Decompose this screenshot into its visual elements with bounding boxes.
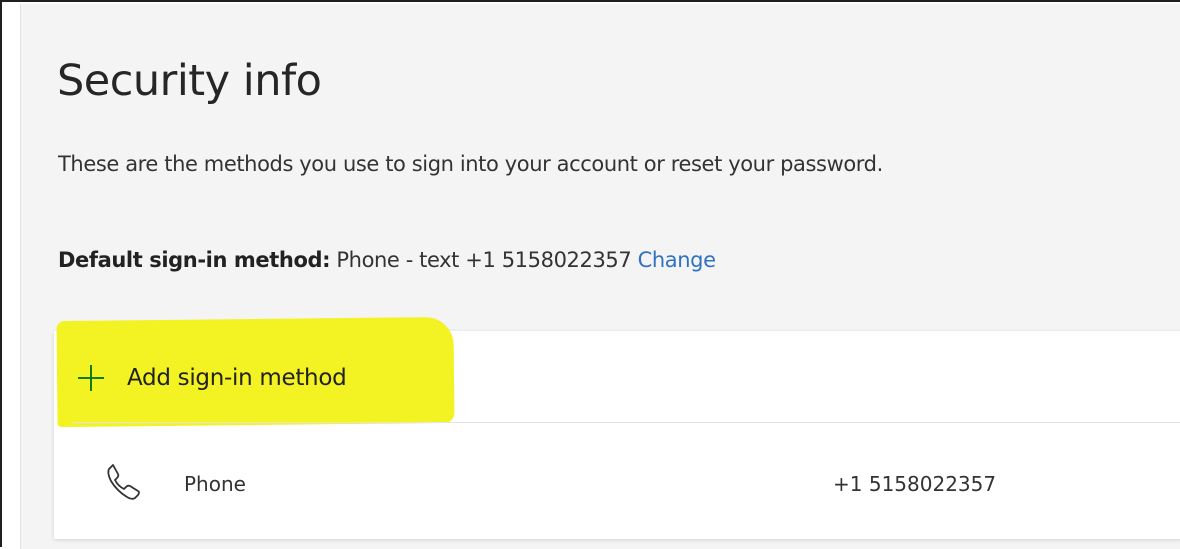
page-description: These are the methods you use to sign in… [58,152,883,176]
page-frame: Security info These are the methods you … [0,0,1180,549]
change-default-method-link[interactable]: Change [638,248,716,272]
phone-icon [107,464,140,500]
add-sign-in-method-button[interactable]: Add sign-in method [73,356,347,400]
method-name: Phone [184,472,246,496]
default-sign-in-method: Default sign-in method: Phone - text +1 … [58,248,716,272]
default-method-value: Phone - text +1 5158022357 [336,248,632,272]
default-method-label: Default sign-in method: [58,248,331,272]
method-value: +1 5158022357 [833,472,997,496]
plus-icon [73,360,109,396]
method-row-phone: Phone +1 5158022357 [73,423,1180,539]
page-title: Security info [57,56,322,106]
security-info-panel: Security info These are the methods you … [20,4,1180,549]
add-sign-in-method-label: Add sign-in method [127,365,347,391]
